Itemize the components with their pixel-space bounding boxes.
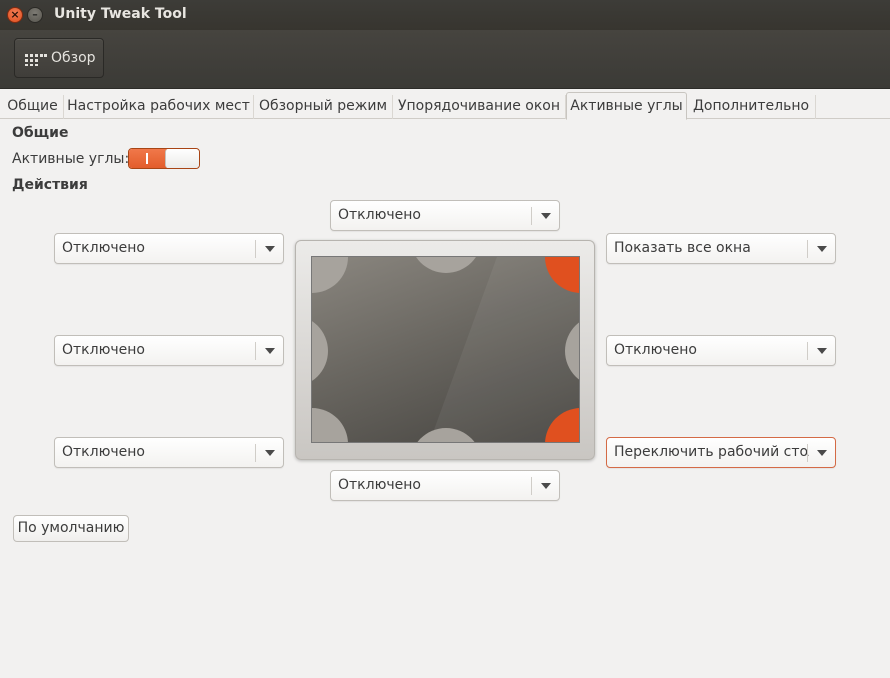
chevron-down-icon[interactable]: [265, 450, 275, 456]
switch-on-mark-icon: [146, 153, 148, 164]
combo-separator: [531, 477, 532, 495]
actions-section-title: Действия: [12, 177, 88, 193]
restore-defaults-button[interactable]: По умолчанию: [13, 515, 129, 542]
top-right-corner-combo[interactable]: Показать все окна: [606, 233, 836, 264]
top-edge-indicator[interactable]: [410, 257, 482, 273]
right-edge-combo[interactable]: Отключено: [606, 335, 836, 366]
tab-general[interactable]: Общие: [2, 95, 64, 119]
bottom-left-corner-value: Отключено: [62, 444, 145, 460]
chevron-down-icon[interactable]: [817, 246, 827, 252]
tab-hotcorners[interactable]: Активные углы: [566, 92, 687, 120]
bottom-edge-combo[interactable]: Отключено: [330, 470, 560, 501]
bottom-edge-value: Отключено: [338, 477, 421, 493]
hotcorners-label: Активные углы:: [12, 151, 130, 167]
screen-gloss: [415, 257, 579, 442]
grid-icon: [25, 54, 47, 66]
bottom-right-corner-combo[interactable]: Переключить рабочий стол: [606, 437, 836, 468]
minimize-icon: –: [32, 8, 38, 21]
combo-separator: [255, 444, 256, 462]
left-edge-indicator[interactable]: [312, 315, 328, 387]
top-edge-combo[interactable]: Отключено: [330, 200, 560, 231]
top-edge-value: Отключено: [338, 207, 421, 223]
top-right-corner-value: Показать все окна: [614, 240, 751, 256]
title-bar: × – Unity Tweak Tool: [0, 0, 890, 30]
close-icon: ×: [10, 8, 20, 21]
bottom-left-corner-combo[interactable]: Отключено: [54, 437, 284, 468]
overview-label: Обзор: [51, 50, 96, 66]
combo-separator: [807, 444, 808, 462]
chevron-down-icon[interactable]: [265, 246, 275, 252]
combo-separator: [531, 207, 532, 225]
tab-workspace-settings[interactable]: Настройка рабочих мест: [64, 95, 254, 119]
combo-separator: [255, 342, 256, 360]
chevron-down-icon[interactable]: [265, 348, 275, 354]
top-left-corner-indicator[interactable]: [312, 257, 348, 293]
window-title: Unity Tweak Tool: [54, 6, 187, 22]
switch-knob[interactable]: [165, 149, 199, 168]
chevron-down-icon[interactable]: [817, 450, 827, 456]
tab-window-snapping[interactable]: Упорядочивание окон: [393, 95, 566, 119]
tab-overview-mode[interactable]: Обзорный режим: [254, 95, 393, 119]
tab-additional[interactable]: Дополнительно: [687, 95, 816, 119]
overview-button[interactable]: Обзор: [14, 38, 104, 78]
minimize-window-button[interactable]: –: [27, 7, 43, 23]
tab-bar: Общие Настройка рабочих мест Обзорный ре…: [0, 92, 890, 120]
toolbar: Обзор: [0, 30, 890, 89]
bottom-right-corner-value: Переключить рабочий стол: [614, 444, 809, 460]
bottom-left-corner-indicator[interactable]: [312, 408, 348, 442]
top-left-corner-combo[interactable]: Отключено: [54, 233, 284, 264]
monitor-screen: [311, 256, 580, 443]
combo-separator: [807, 240, 808, 258]
left-edge-combo[interactable]: Отключено: [54, 335, 284, 366]
left-edge-value: Отключено: [62, 342, 145, 358]
close-window-button[interactable]: ×: [7, 7, 23, 23]
hotcorners-switch[interactable]: [128, 148, 200, 169]
combo-separator: [255, 240, 256, 258]
switch-on-area: [129, 149, 167, 168]
chevron-down-icon[interactable]: [541, 213, 551, 219]
right-edge-value: Отключено: [614, 342, 697, 358]
top-left-corner-value: Отключено: [62, 240, 145, 256]
general-section-title: Общие: [12, 125, 69, 141]
combo-separator: [807, 342, 808, 360]
chevron-down-icon[interactable]: [541, 483, 551, 489]
chevron-down-icon[interactable]: [817, 348, 827, 354]
